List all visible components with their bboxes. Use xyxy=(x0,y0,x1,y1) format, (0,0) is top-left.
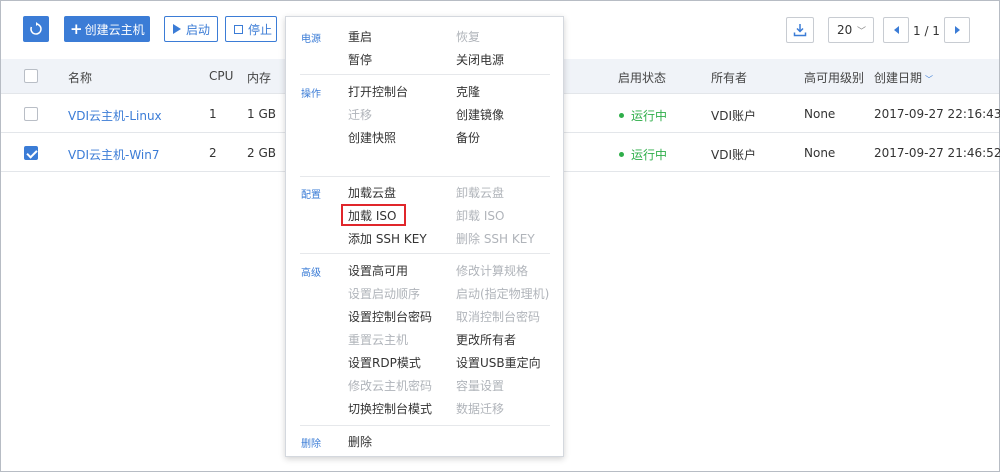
menu-item-set-usb-redirect[interactable]: 设置USB重定向 xyxy=(456,354,541,371)
menu-category-operations: 操作 xyxy=(301,89,321,100)
arrow-left-icon xyxy=(893,26,899,34)
vm-ha-level: None xyxy=(804,146,836,160)
prev-page-button[interactable] xyxy=(883,17,909,43)
menu-item-set-ha[interactable]: 设置高可用 xyxy=(348,262,408,279)
menu-divider xyxy=(300,176,550,177)
status-dot-icon xyxy=(619,113,624,118)
page-indicator: 1 / 1 xyxy=(913,24,940,38)
page-size-value: 20 xyxy=(837,23,853,37)
menu-item-delete-ssh-key: 删除 SSH KEY xyxy=(456,232,535,246)
status-dot-icon xyxy=(619,152,624,157)
col-name[interactable]: 名称 xyxy=(68,69,92,86)
select-all-checkbox[interactable] xyxy=(24,69,38,83)
menu-category-delete: 删除 xyxy=(301,439,321,450)
menu-item-power-off[interactable]: 关闭电源 xyxy=(456,51,504,68)
menu-item-start-on-host: 启动(指定物理机) xyxy=(456,287,550,301)
vm-memory: 2 GB xyxy=(247,146,276,160)
menu-item-set-rdp-mode[interactable]: 设置RDP模式 xyxy=(348,354,421,371)
plus-icon: + xyxy=(70,19,83,38)
status-text: 运行中 xyxy=(631,148,668,162)
menu-item-migrate: 迁移 xyxy=(348,108,373,122)
menu-item-change-vm-password: 修改云主机密码 xyxy=(348,379,433,393)
menu-item-switch-console-mode[interactable]: 切换控制台模式 xyxy=(348,400,432,417)
vm-name-link[interactable]: VDI云主机-Linux xyxy=(68,107,162,124)
col-memory[interactable]: 内存 xyxy=(247,69,271,86)
menu-divider xyxy=(300,253,550,254)
create-vm-label: 创建云主机 xyxy=(84,22,145,37)
menu-item-detach-iso: 卸载 ISO xyxy=(456,209,505,223)
menu-divider xyxy=(300,74,550,75)
menu-item-open-console[interactable]: 打开控制台 xyxy=(348,83,408,100)
download-icon xyxy=(793,24,807,37)
row-checkbox[interactable] xyxy=(24,107,38,121)
status-text: 运行中 xyxy=(631,109,668,123)
menu-item-capacity-settings: 容量设置 xyxy=(456,379,505,393)
refresh-button[interactable] xyxy=(23,16,49,42)
menu-item-data-migration: 数据迁移 xyxy=(456,402,505,416)
menu-item-delete[interactable]: 删除 xyxy=(348,433,372,450)
vm-cpu: 1 xyxy=(209,107,217,121)
col-owner[interactable]: 所有者 xyxy=(711,69,747,86)
col-created-label: 创建日期 xyxy=(874,71,923,85)
menu-item-cancel-console-password: 取消控制台密码 xyxy=(456,310,541,324)
attach-iso-highlight xyxy=(341,204,406,226)
menu-item-set-console-password[interactable]: 设置控制台密码 xyxy=(348,308,432,325)
menu-item-reset-vm: 重置云主机 xyxy=(348,333,409,347)
chevron-down-icon: ﹀ xyxy=(856,27,866,37)
next-page-button[interactable] xyxy=(944,17,970,43)
vm-owner: VDI账户 xyxy=(711,109,756,123)
start-label: 启动 xyxy=(186,22,211,37)
vm-memory: 1 GB xyxy=(247,107,276,121)
menu-category-advanced: 高级 xyxy=(301,268,321,279)
refresh-icon xyxy=(30,22,42,35)
menu-item-detach-volume: 卸载云盘 xyxy=(456,186,505,200)
menu-item-clone[interactable]: 克隆 xyxy=(456,83,480,100)
stop-label: 停止 xyxy=(248,22,273,37)
menu-category-power: 电源 xyxy=(301,34,321,45)
menu-item-change-spec: 修改计算规格 xyxy=(456,264,529,278)
vm-actions-menu: 电源 重启 恢复 暂停 关闭电源 操作 打开控制台 克隆 迁移 创建镜像 创建快… xyxy=(285,16,564,457)
menu-category-config: 配置 xyxy=(301,190,321,201)
col-status[interactable]: 启用状态 xyxy=(618,69,666,86)
stop-button[interactable]: 停止 xyxy=(225,16,277,42)
row-checkbox[interactable] xyxy=(24,146,38,160)
arrow-right-icon xyxy=(954,26,960,34)
menu-divider xyxy=(300,425,550,426)
vm-cpu: 2 xyxy=(209,146,217,160)
vm-created: 2017-09-27 22:16:43 xyxy=(874,107,1000,121)
menu-item-set-boot-order: 设置启动顺序 xyxy=(348,287,421,301)
col-created[interactable]: 创建日期 ﹀ xyxy=(874,69,933,86)
col-cpu[interactable]: CPU xyxy=(209,69,233,83)
vm-name-link[interactable]: VDI云主机-Win7 xyxy=(68,146,160,163)
create-vm-button[interactable]: + 创建云主机 xyxy=(64,16,150,42)
menu-item-backup[interactable]: 备份 xyxy=(456,129,480,146)
start-button[interactable]: 启动 xyxy=(164,16,218,42)
download-button[interactable] xyxy=(786,17,814,43)
vm-created: 2017-09-27 21:46:52 xyxy=(874,146,1000,160)
menu-item-create-snapshot[interactable]: 创建快照 xyxy=(348,129,396,146)
play-icon xyxy=(173,24,181,34)
menu-item-reboot[interactable]: 重启 xyxy=(348,28,372,45)
menu-item-pause[interactable]: 暂停 xyxy=(348,51,372,68)
status-badge: 运行中 xyxy=(619,107,667,124)
stop-icon xyxy=(234,24,243,34)
menu-item-add-ssh-key[interactable]: 添加 SSH KEY xyxy=(348,230,427,247)
menu-item-create-image[interactable]: 创建镜像 xyxy=(456,106,504,123)
sort-down-icon: ﹀ xyxy=(925,75,934,84)
menu-item-resume: 恢复 xyxy=(456,30,481,44)
col-ha-level[interactable]: 高可用级别 xyxy=(804,69,864,86)
vm-ha-level: None xyxy=(804,107,836,121)
vm-owner: VDI账户 xyxy=(711,148,756,162)
page-size-select[interactable]: 20 ﹀ xyxy=(828,17,874,43)
menu-item-change-owner[interactable]: 更改所有者 xyxy=(456,331,516,348)
status-badge: 运行中 xyxy=(619,146,667,163)
menu-item-attach-volume[interactable]: 加载云盘 xyxy=(348,184,396,201)
